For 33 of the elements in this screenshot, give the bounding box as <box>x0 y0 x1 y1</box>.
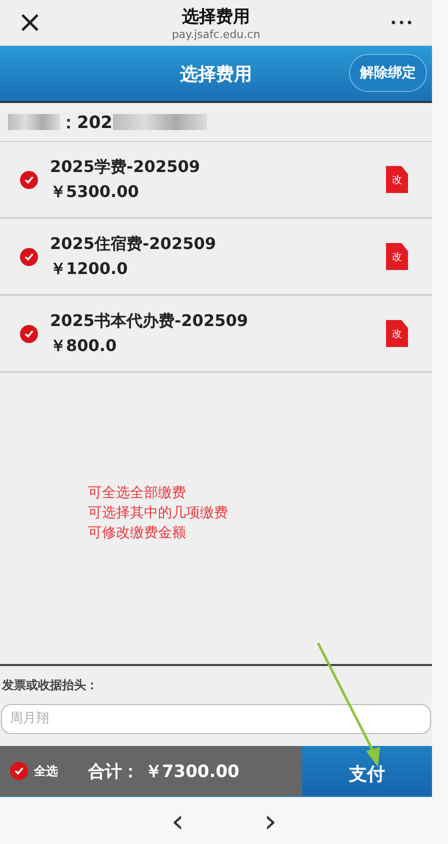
header-title: 选择费用 <box>180 62 252 86</box>
invoice-field[interactable]: 周月翔 <box>1 704 431 734</box>
url-text: pay.jsafc.edu.cn <box>172 28 260 40</box>
check-icon <box>23 328 35 340</box>
select-all-label: 全选 <box>34 762 58 780</box>
back-button[interactable]: ‹ <box>171 804 184 836</box>
edit-icon[interactable]: 改 <box>386 320 408 347</box>
forward-button[interactable]: › <box>264 804 277 836</box>
student-id-text: ：202 <box>60 112 112 134</box>
checkbox[interactable] <box>20 248 38 266</box>
unbind-button[interactable]: 解除绑定 <box>349 54 427 92</box>
fee-name: 2025学费-202509 <box>50 156 201 178</box>
select-all-checkbox[interactable] <box>10 762 28 780</box>
fee-amount: ￥800.0 <box>50 336 118 356</box>
pay-button[interactable]: 支付 <box>302 746 432 796</box>
checkbox[interactable] <box>20 324 38 342</box>
check-icon <box>13 765 25 777</box>
edit-icon[interactable]: 改 <box>386 166 408 193</box>
fee-amount: ￥1200.0 <box>50 258 129 280</box>
check-icon <box>23 250 35 262</box>
invoice-label: 发票或收据抬头： <box>0 676 99 694</box>
total-amount: 合计： ￥7300.00 <box>88 760 240 782</box>
checkbox[interactable] <box>20 170 38 188</box>
blurred-redaction <box>8 114 60 130</box>
edit-icon[interactable]: 改 <box>386 243 408 270</box>
annotation-text: 可全选全部缴费 可选择其中的几项缴费 可修改缴费金额 <box>88 484 228 543</box>
fee-name: 2025书本代办费-202509 <box>50 310 249 332</box>
fee-name: 2025住宿费-202509 <box>50 234 217 254</box>
more-button[interactable]: ••• <box>384 16 420 30</box>
fee-amount: ￥5300.00 <box>50 182 140 202</box>
check-icon <box>23 174 35 186</box>
close-button[interactable]: × <box>12 8 48 38</box>
page-title: 选择费用 <box>182 6 250 28</box>
